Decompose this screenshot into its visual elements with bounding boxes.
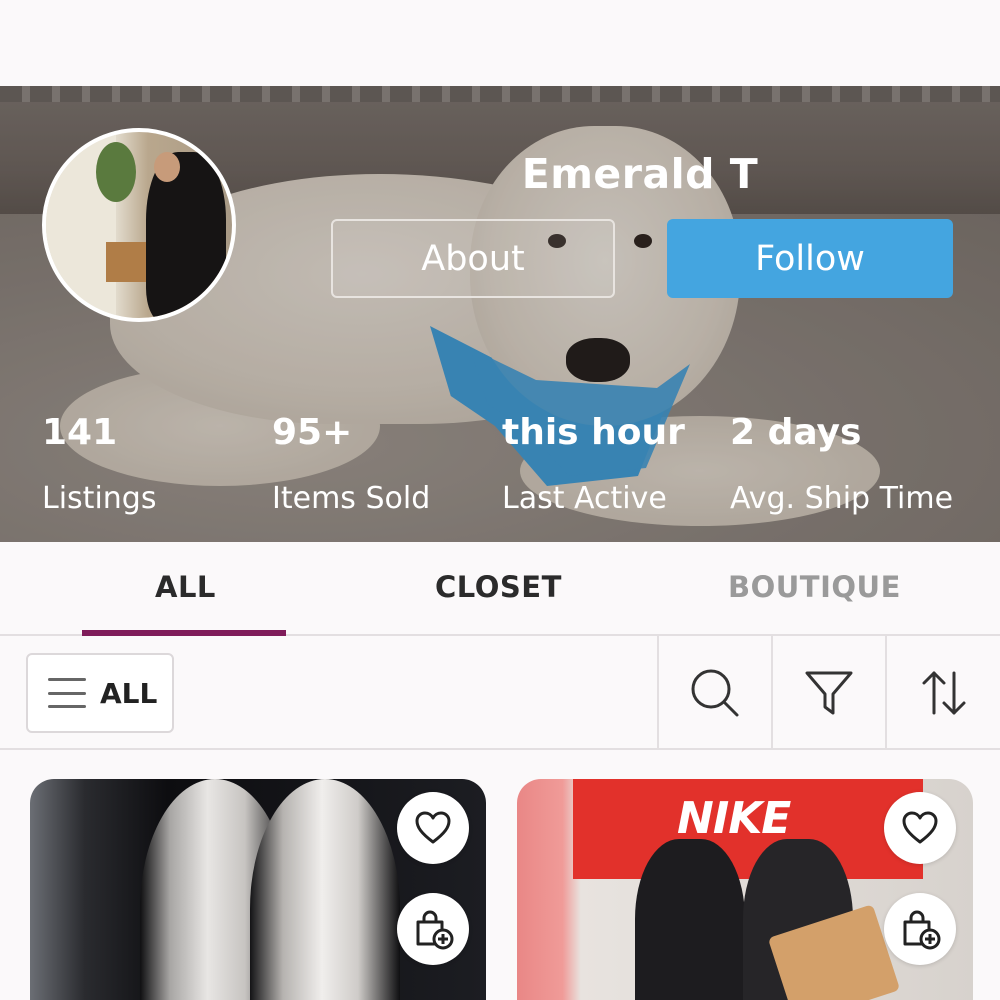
- search-icon: [691, 669, 739, 717]
- add-to-bundle-button[interactable]: [884, 893, 956, 965]
- filter-button[interactable]: [771, 636, 885, 750]
- like-button[interactable]: [397, 792, 469, 864]
- listing-card[interactable]: NIKE: [517, 779, 973, 1000]
- avatar-face: [154, 152, 180, 182]
- stat-value: this hour: [502, 412, 685, 453]
- stat-last-active: this hour Last Active: [502, 412, 685, 516]
- heart-icon: [902, 811, 938, 844]
- stat-value: 141: [42, 412, 118, 453]
- like-button[interactable]: [884, 792, 956, 864]
- add-to-bundle-button[interactable]: [397, 893, 469, 965]
- profile-name: Emerald T: [521, 150, 759, 198]
- menu-icon: [48, 678, 86, 708]
- listing-photo-shoe: [250, 779, 400, 1000]
- add-to-bundle-icon: [416, 910, 454, 950]
- stat-label: Avg. Ship Time: [730, 481, 954, 516]
- stat-listings: 141 Listings: [42, 412, 156, 516]
- sort-icon: [922, 671, 965, 715]
- follow-button[interactable]: Follow: [667, 219, 953, 298]
- about-button[interactable]: About: [331, 219, 615, 298]
- sort-button[interactable]: [885, 636, 1000, 750]
- listing-photo-sneaker: [635, 839, 745, 1000]
- tab-boutique[interactable]: BOUTIQUE: [728, 570, 901, 604]
- stat-ship-time: 2 days Avg. Ship Time: [730, 412, 953, 516]
- category-filter-button[interactable]: ALL: [26, 653, 174, 733]
- stat-value: 2 days: [730, 412, 862, 453]
- stat-items-sold: 95+ Items Sold: [272, 412, 430, 516]
- listing-card[interactable]: [30, 779, 486, 1000]
- heart-icon: [415, 811, 451, 844]
- search-button[interactable]: [657, 636, 771, 750]
- closet-tabs: ALL CLOSET BOUTIQUE: [0, 542, 1000, 636]
- listing-brand-text: NIKE: [677, 793, 791, 844]
- tab-closet[interactable]: CLOSET: [435, 570, 562, 604]
- stat-value: 95+: [272, 412, 353, 453]
- avatar-plant: [96, 142, 136, 202]
- add-to-bundle-icon: [903, 910, 941, 950]
- avatar[interactable]: [42, 128, 236, 322]
- filter-bar: ALL: [0, 636, 1000, 750]
- stat-label: Last Active: [502, 481, 667, 516]
- category-filter-label: ALL: [100, 676, 158, 710]
- tab-all[interactable]: ALL: [155, 570, 216, 604]
- stat-label: Items Sold: [272, 481, 431, 516]
- filter-icon: [805, 671, 853, 715]
- top-bar: [0, 0, 1000, 86]
- stat-label: Listings: [42, 481, 157, 516]
